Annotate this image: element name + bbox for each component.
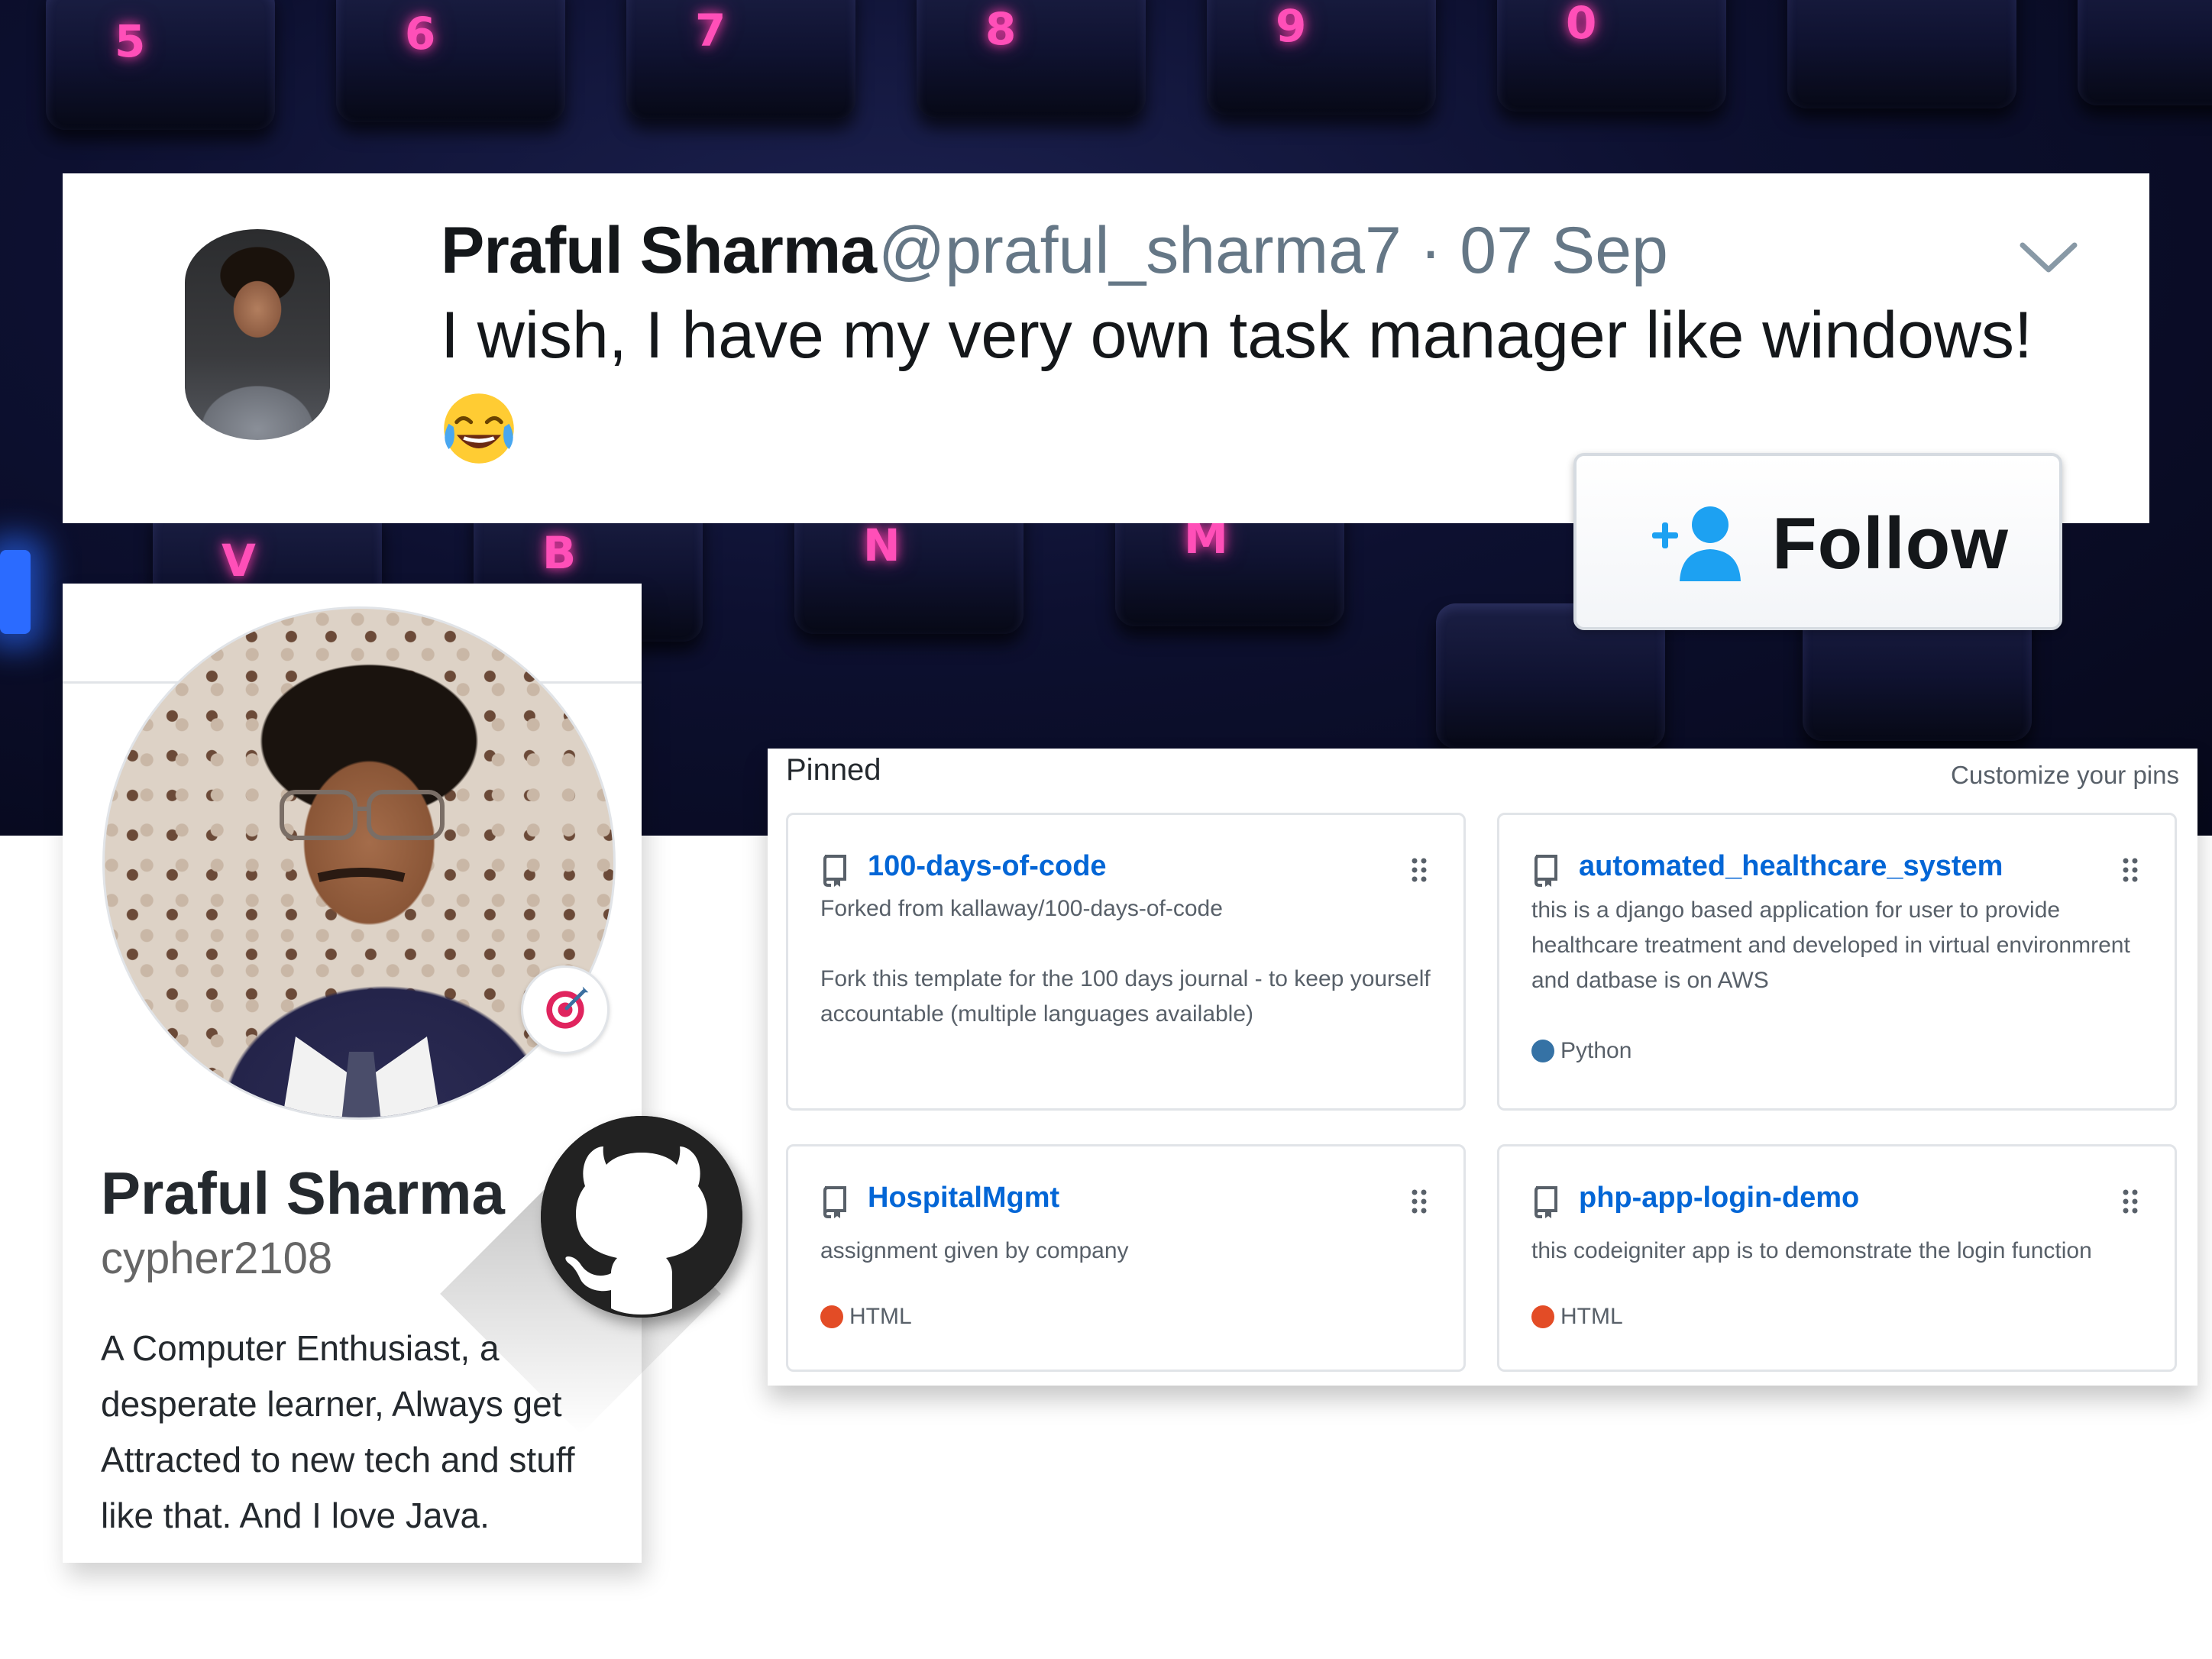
repo-name-link[interactable]: automated_healthcare_system [1579,850,2003,883]
repo-card: automated_healthcare_system this is a dj… [1497,813,2177,1111]
language-color-dot [820,1305,843,1328]
keycap-label: 6 [405,8,436,60]
tweet-separator: · [1401,214,1460,287]
repo-description: this codeigniter app is to demonstrate t… [1531,1238,2092,1263]
keycap-label: 7 [695,5,726,57]
repo-description: Fork this template for the 100 days jour… [820,966,1431,1027]
keycap-minus [1787,0,2016,108]
keycap-8: 8 [917,0,1146,118]
keycap-6: 6 [336,0,565,122]
tweet-text: I wish, I have my very own task manager … [441,299,2033,372]
follow-button[interactable]: Follow [1573,453,2062,630]
language-color-dot [1531,1040,1554,1062]
keycap-label: V [222,535,256,587]
repo-language: HTML [1531,1304,1623,1330]
drag-handle-icon[interactable] [2121,856,2139,884]
dart-target-icon[interactable] [521,965,610,1054]
profile-card: Praful Sharma cypher2108 A Computer Enth… [63,584,642,1563]
tears-of-joy-emoji-icon [444,393,514,464]
repo-fork-note: Forked from kallaway/100-days-of-code [820,896,1223,921]
repo-name-link[interactable]: php-app-login-demo [1579,1182,1859,1214]
repo-book-icon [823,855,846,887]
keycap-label: B [542,527,577,579]
repo-language-label: HTML [1560,1304,1623,1329]
repo-language-label: Python [1560,1038,1632,1063]
repo-card: HospitalMgmt assignment given by company… [786,1144,1466,1372]
keycap-label: 0 [1566,0,1597,49]
pinned-repositories-panel: Pinned Customize your pins 100-days-of-c… [768,749,2197,1386]
language-color-dot [1531,1305,1554,1328]
drag-handle-icon[interactable] [1410,1188,1428,1215]
led-glow [0,550,31,634]
keycap-5: 5 [46,0,275,130]
drag-handle-icon[interactable] [1410,856,1428,884]
repo-description: assignment given by company [820,1238,1129,1263]
customize-pins-link[interactable]: Customize your pins [1951,761,2179,790]
keycap-7: 7 [626,0,855,119]
keycap-label: 9 [1276,0,1307,52]
tweet-avatar[interactable] [185,229,330,440]
repo-book-icon [823,1186,846,1218]
repo-book-icon [1534,855,1557,887]
chevron-down-icon[interactable] [2018,234,2079,280]
keycap-label: 5 [115,15,146,67]
repo-language: Python [1531,1038,1632,1064]
keycap-0: 0 [1497,0,1726,112]
repo-language-label: HTML [849,1304,912,1329]
add-user-icon [1652,506,1741,581]
keycap-label: 8 [985,3,1017,55]
tweet-author-handle[interactable]: @praful_sharma7 [878,214,1402,287]
repo-name-link[interactable]: 100-days-of-code [868,850,1107,883]
tweet-meta: @praful_sharma7 · 07 Sep [878,213,1668,289]
repo-card: php-app-login-demo this codeigniter app … [1497,1144,2177,1372]
keycap-label: N [863,519,901,571]
repo-card: 100-days-of-code Forked from kallaway/10… [786,813,1466,1111]
repo-language: HTML [820,1304,912,1330]
github-octocat-icon [541,1116,742,1318]
keycap-equals [2078,0,2212,105]
drag-handle-icon[interactable] [2121,1188,2139,1215]
repo-description: this is a django based application for u… [1531,897,2130,993]
repo-name-link[interactable]: HospitalMgmt [868,1182,1059,1214]
keycap-9: 9 [1207,0,1436,115]
pinned-title: Pinned [786,753,881,787]
repo-book-icon [1534,1186,1557,1218]
profile-username: cypher2108 [101,1234,333,1283]
tweet-date[interactable]: 07 Sep [1460,214,1668,287]
profile-full-name: Praful Sharma [101,1159,505,1227]
tweet-author-name[interactable]: Praful Sharma [441,213,877,289]
follow-button-label: Follow [1772,503,2009,584]
